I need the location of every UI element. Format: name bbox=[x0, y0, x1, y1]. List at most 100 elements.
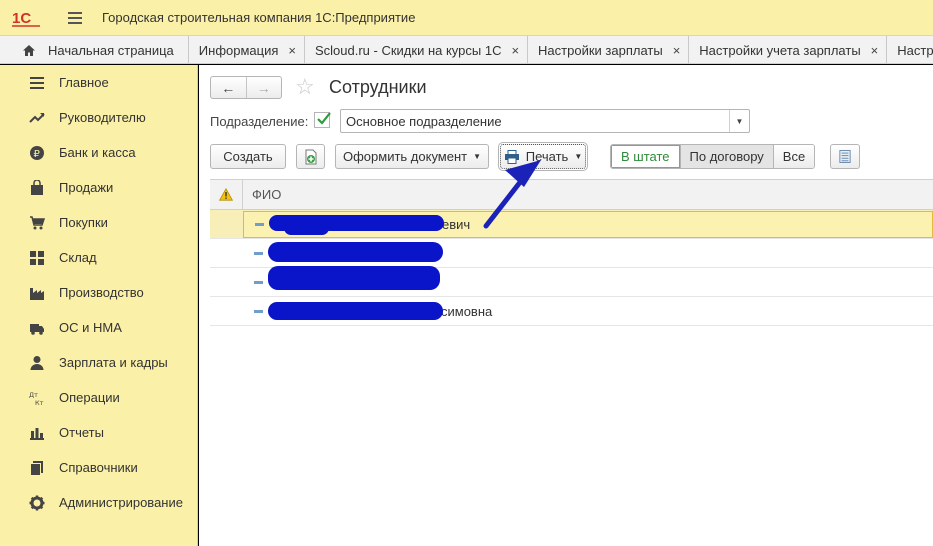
1c-logo: 1C bbox=[12, 8, 42, 28]
department-value: Основное подразделение bbox=[346, 113, 502, 129]
bar-chart-icon bbox=[28, 425, 46, 441]
close-icon[interactable]: × bbox=[288, 43, 296, 58]
svg-text:₽: ₽ bbox=[34, 149, 41, 160]
segment-on-staff[interactable]: В штате bbox=[611, 145, 680, 168]
warning-icon bbox=[219, 188, 233, 201]
sidebar-item-administration[interactable]: Администрирование bbox=[0, 485, 197, 520]
list-settings-button[interactable] bbox=[830, 144, 860, 169]
dt-kt-icon: Дт Кт bbox=[28, 390, 46, 406]
sidebar-item-label: Зарплата и кадры bbox=[59, 355, 168, 370]
tab-label: Информация bbox=[198, 42, 279, 58]
sidebar-item-label: Справочники bbox=[59, 460, 138, 475]
sidebar-item-label: Банк и касса bbox=[59, 145, 136, 160]
title-bar: 1C Городская строительная компания 1С:Пр… bbox=[0, 0, 933, 36]
chevron-down-icon[interactable]: ▼ bbox=[729, 110, 749, 132]
employee-icon bbox=[254, 280, 263, 284]
sidebar-item-production[interactable]: Производство bbox=[0, 275, 197, 310]
sections-sidebar: Главное Руководителю ₽ Банк и касса Прод… bbox=[0, 65, 198, 546]
redaction-mark bbox=[268, 301, 443, 320]
chevron-down-icon: ▼ bbox=[473, 152, 482, 161]
employee-icon bbox=[254, 309, 263, 313]
sidebar-item-reports[interactable]: Отчеты bbox=[0, 415, 197, 450]
sidebar-item-label: Продажи bbox=[59, 180, 114, 195]
grid-icon bbox=[28, 250, 46, 266]
create-button[interactable]: Создать bbox=[210, 144, 286, 169]
sidebar-item-directories[interactable]: Справочники bbox=[0, 450, 197, 485]
tab-scloud-discounts[interactable]: Scloud.ru - Скидки на курсы 1С × bbox=[304, 36, 529, 63]
forward-button[interactable]: → bbox=[245, 77, 282, 98]
main-menu-icon[interactable] bbox=[68, 11, 82, 24]
page-title: Сотрудники bbox=[329, 77, 427, 97]
tab-salary-accounting-settings[interactable]: Настройки учета зарплаты × bbox=[689, 36, 888, 63]
tab-settings-truncated[interactable]: Настройк bbox=[887, 36, 933, 63]
sidebar-item-label: Отчеты bbox=[59, 425, 104, 440]
create-copy-button[interactable] bbox=[296, 144, 325, 169]
employment-filter-segment: В штате По договору Все bbox=[610, 144, 816, 169]
sidebar-item-label: Операции bbox=[59, 390, 120, 405]
employees-form: ← → ☆ Сотрудники Подразделение: Основное… bbox=[199, 65, 933, 546]
tab-salary-settings[interactable]: Настройки зарплаты × bbox=[528, 36, 690, 63]
sidebar-item-bank[interactable]: ₽ Банк и касса bbox=[0, 135, 197, 170]
employee-icon bbox=[254, 251, 263, 255]
redaction-mark bbox=[268, 241, 443, 262]
sidebar-item-label: Производство bbox=[59, 285, 144, 300]
issue-document-button[interactable]: Оформить документ ▼ bbox=[335, 144, 489, 169]
print-button[interactable]: Печать ▼ bbox=[498, 142, 588, 171]
fio-text: евич bbox=[442, 216, 471, 232]
sidebar-item-warehouse[interactable]: Склад bbox=[0, 240, 197, 275]
books-icon bbox=[28, 460, 46, 476]
chevron-down-icon: ▼ bbox=[574, 152, 583, 161]
sidebar-item-purchases[interactable]: Покупки bbox=[0, 205, 197, 240]
open-tabs-bar: Начальная страница Информация × Scloud.r… bbox=[0, 36, 933, 64]
close-icon[interactable]: × bbox=[871, 43, 879, 58]
sidebar-item-manager[interactable]: Руководителю bbox=[0, 100, 197, 135]
segment-all[interactable]: Все bbox=[772, 145, 815, 168]
table-row[interactable] bbox=[210, 265, 933, 297]
fio-cell[interactable] bbox=[243, 265, 933, 296]
print-label: Печать bbox=[525, 149, 569, 164]
printer-icon bbox=[504, 149, 519, 164]
sidebar-item-label: Покупки bbox=[59, 215, 108, 230]
back-button[interactable]: ← bbox=[211, 77, 246, 98]
sidebar-item-label: ОС и НМА bbox=[59, 320, 122, 335]
sidebar-item-salary-hr[interactable]: Зарплата и кадры bbox=[0, 345, 197, 380]
sidebar-item-fixed-assets[interactable]: ОС и НМА bbox=[0, 310, 197, 345]
tab-label: Настройки зарплаты bbox=[538, 42, 663, 58]
home-icon bbox=[22, 44, 36, 57]
fio-cell[interactable]: евич bbox=[243, 210, 933, 238]
sidebar-item-label: Главное bbox=[59, 75, 109, 90]
person-icon bbox=[28, 355, 46, 371]
department-filter-checkbox[interactable] bbox=[314, 112, 331, 128]
favorite-star-icon[interactable]: ☆ bbox=[295, 75, 315, 99]
sidebar-item-label: Руководителю bbox=[59, 110, 146, 125]
tab-label: Настройк bbox=[897, 42, 933, 58]
sidebar-item-main[interactable]: Главное bbox=[0, 65, 197, 100]
warning-column-header[interactable] bbox=[210, 179, 243, 210]
add-document-icon bbox=[305, 149, 316, 164]
app-title: Городская строительная компания 1С:Предп… bbox=[102, 10, 416, 25]
ruble-icon: ₽ bbox=[28, 145, 46, 161]
table-row[interactable]: евич bbox=[210, 210, 933, 239]
factory-icon bbox=[28, 285, 46, 301]
list-icon bbox=[28, 75, 46, 91]
tab-home[interactable]: Начальная страница bbox=[0, 36, 189, 63]
close-icon[interactable]: × bbox=[673, 43, 681, 58]
segment-contract[interactable]: По договору bbox=[679, 145, 773, 168]
fio-cell[interactable]: симовна bbox=[243, 298, 933, 325]
sidebar-item-operations[interactable]: Дт Кт Операции bbox=[0, 380, 197, 415]
tab-label: Начальная страница bbox=[48, 42, 174, 58]
department-select[interactable]: Основное подразделение ▼ bbox=[340, 109, 750, 133]
table-row[interactable]: симовна bbox=[210, 297, 933, 326]
fio-cell[interactable] bbox=[243, 240, 933, 267]
close-icon[interactable]: × bbox=[511, 43, 519, 58]
department-filter-label: Подразделение: bbox=[210, 114, 309, 129]
sidebar-item-sales[interactable]: Продажи bbox=[0, 170, 197, 205]
fio-text: симовна bbox=[441, 303, 493, 319]
table-row[interactable] bbox=[210, 239, 933, 268]
redaction-mark bbox=[284, 220, 329, 235]
bag-icon bbox=[28, 179, 46, 196]
fio-column-header[interactable]: ФИО bbox=[243, 187, 281, 202]
tab-information[interactable]: Информация × bbox=[188, 36, 305, 63]
list-options-icon bbox=[839, 150, 851, 163]
svg-text:Дт: Дт bbox=[29, 391, 38, 399]
